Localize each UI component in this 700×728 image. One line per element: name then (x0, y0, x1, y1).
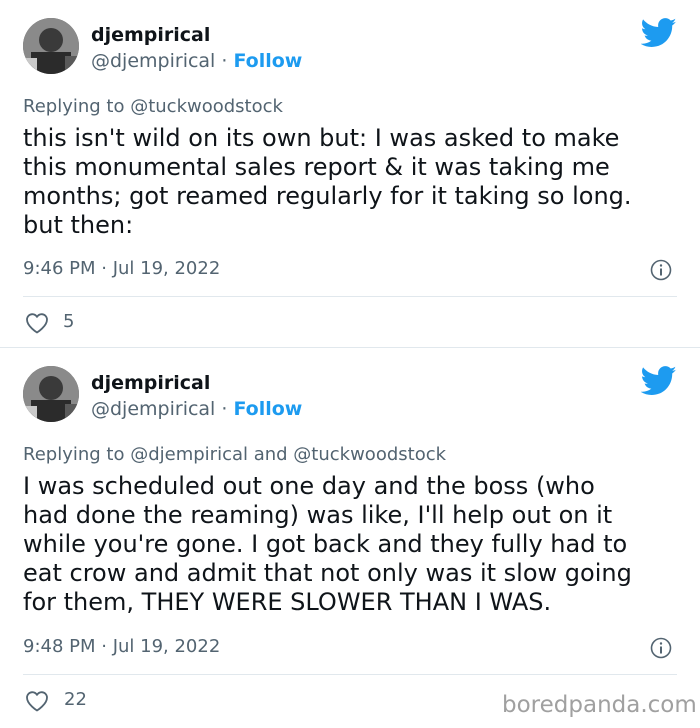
twitter-bird-icon[interactable] (641, 366, 677, 396)
like-count: 5 (63, 311, 75, 332)
author-handle[interactable]: @djempirical (91, 398, 215, 420)
separator: · (215, 398, 234, 420)
author-name[interactable]: djempirical (91, 24, 210, 46)
follow-button[interactable]: Follow (233, 50, 302, 72)
heart-icon[interactable] (25, 312, 49, 334)
reply-prefix: Replying to (23, 96, 131, 117)
tweet-timestamp[interactable]: 9:46 PM · Jul 19, 2022 (23, 258, 220, 279)
heart-icon[interactable] (25, 690, 49, 712)
watermark: boredpanda.com (502, 692, 697, 718)
reply-mention[interactable]: @djempirical and @tuckwoodstock (130, 444, 446, 465)
tweet-text-line: had done the reaming) was like, I'll hel… (23, 501, 613, 529)
tweet-text-line: months; got reamed regularly for it taki… (23, 182, 632, 210)
tweet-text: this isn't wild on its own but: I was as… (23, 124, 683, 240)
avatar[interactable] (23, 18, 79, 74)
tweet-text-line: this monumental sales report & it was ta… (23, 153, 610, 181)
follow-button[interactable]: Follow (233, 398, 302, 420)
info-icon[interactable] (650, 637, 672, 659)
author-name[interactable]: djempirical (91, 372, 210, 394)
tweet-text-line: for them, THEY WERE SLOWER THAN I WAS. (23, 588, 552, 616)
author-handle-line: @djempirical · Follow (91, 50, 302, 72)
author-handle[interactable]: @djempirical (91, 50, 215, 72)
tweet-timestamp[interactable]: 9:48 PM · Jul 19, 2022 (23, 636, 220, 657)
reply-mention[interactable]: @tuckwoodstock (130, 96, 283, 117)
avatar[interactable] (23, 366, 79, 422)
author-handle-line: @djempirical · Follow (91, 398, 302, 420)
tweet-text-line: this isn't wild on its own but: I was as… (23, 124, 620, 152)
info-icon[interactable] (650, 259, 672, 281)
like-count: 22 (64, 689, 87, 710)
twitter-bird-icon[interactable] (641, 18, 677, 48)
tweet-text: I was scheduled out one day and the boss… (23, 472, 683, 617)
reply-context: Replying to @djempirical and @tuckwoodst… (23, 444, 446, 465)
tweet-text-line: I was scheduled out one day and the boss… (23, 472, 595, 500)
tweet-text-line: but then: (23, 211, 134, 239)
divider (23, 296, 677, 297)
reply-context: Replying to @tuckwoodstock (23, 96, 283, 117)
tweet-text-line: eat crow and admit that not only was it … (23, 559, 632, 587)
separator: · (215, 50, 234, 72)
divider (23, 674, 677, 675)
tweet-text-line: while you're gone. I got back and they f… (23, 530, 628, 558)
reply-prefix: Replying to (23, 444, 131, 465)
